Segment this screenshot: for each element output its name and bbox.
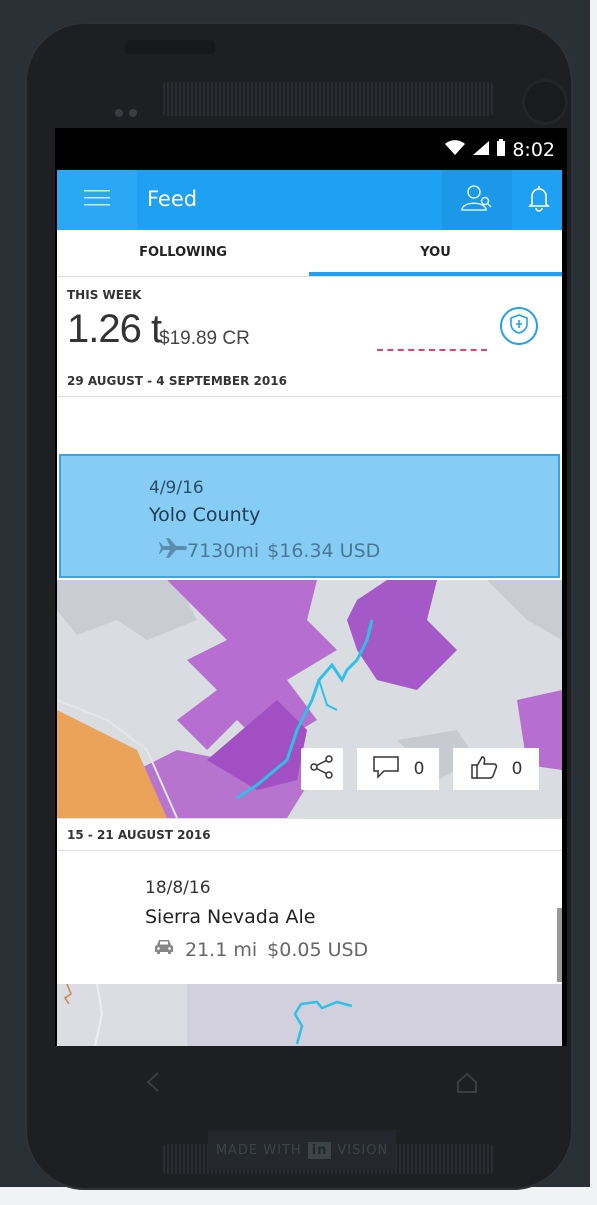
trip-name: Sierra Nevada Ale [145, 906, 316, 928]
trip-card-selected[interactable]: 4/9/16 Yolo County 7130mi $16.34 USD [59, 454, 560, 578]
weekly-credit: $19.89 CR [159, 328, 250, 349]
trip-cost: $0.05 USD [267, 938, 369, 961]
profile-button[interactable] [442, 170, 512, 230]
bell-icon [528, 184, 550, 216]
car-icon [153, 938, 175, 961]
offset-button[interactable] [500, 307, 538, 345]
trend-line [377, 349, 487, 351]
front-camera [525, 82, 565, 122]
trip-name: Yolo County [149, 504, 261, 526]
status-bar: 8:02 [55, 128, 567, 170]
trip-meta: 21.1 mi $0.05 USD [153, 938, 368, 961]
divider [57, 850, 562, 851]
made-with-invision-badge[interactable]: MADE WITH in VISION [208, 1130, 396, 1170]
weekly-summary: THIS WEEK 1.26 t $19.89 CR 29 AUGUST - 4… [57, 279, 562, 397]
weekly-tons: 1.26 t [67, 307, 162, 351]
trip-date: 4/9/16 [149, 478, 204, 498]
comment-icon [372, 755, 400, 784]
back-button[interactable] [145, 1070, 161, 1100]
menu-button[interactable] [57, 170, 137, 230]
feed-content: FOLLOWING YOU THIS WEEK 1.26 t $19.89 CR… [57, 230, 562, 1046]
shield-icon [510, 314, 528, 338]
back-icon [145, 1070, 161, 1100]
date-range: 29 AUGUST - 4 SEPTEMBER 2016 [67, 374, 287, 388]
like-button[interactable]: 0 [453, 748, 539, 790]
page-title: Feed [147, 187, 198, 211]
sensor-dots [115, 102, 143, 121]
comment-button[interactable]: 0 [357, 748, 439, 790]
share-button[interactable] [301, 748, 343, 790]
notifications-button[interactable] [516, 170, 562, 230]
app-bar: Feed [57, 170, 562, 230]
phone-screen: 8:02 Feed FOLLOWING YOU THIS WEEK 1.26 t… [55, 128, 567, 1046]
phone-top-button [125, 40, 215, 54]
map-image [57, 984, 562, 1046]
trip-distance: 21.1 mi [185, 938, 258, 961]
status-time: 8:02 [512, 139, 555, 161]
trip-map[interactable] [57, 984, 562, 1046]
this-week-label: THIS WEEK [67, 288, 142, 302]
comment-count: 0 [413, 759, 425, 779]
made-with-label: MADE WITH [215, 1142, 302, 1158]
tab-bar: FOLLOWING YOU [57, 230, 562, 278]
like-count: 0 [511, 759, 523, 779]
invision-logo-mark: in [307, 1141, 332, 1159]
hamburger-icon [84, 188, 110, 212]
trip-meta: 7130mi $16.34 USD [159, 538, 380, 563]
home-button[interactable] [456, 1072, 478, 1098]
battery-icon [496, 139, 506, 161]
divider [57, 276, 562, 277]
user-search-icon [460, 184, 494, 216]
trip-cost: $16.34 USD [267, 539, 381, 562]
tab-following[interactable]: FOLLOWING [57, 230, 309, 275]
invision-logo-text: VISION [337, 1142, 389, 1158]
trip-map[interactable]: 0 0 [57, 580, 562, 818]
speaker-grille [163, 82, 493, 116]
scrollbar[interactable] [557, 908, 562, 982]
signal-icon [472, 140, 490, 160]
thumbs-up-icon [470, 754, 498, 785]
airplane-icon [159, 538, 187, 563]
home-icon [456, 1072, 478, 1098]
date-range: 15 - 21 AUGUST 2016 [67, 828, 211, 842]
tab-you[interactable]: YOU [309, 230, 562, 275]
trip-date: 18/8/16 [145, 878, 211, 898]
wifi-icon [444, 140, 466, 160]
divider [57, 818, 562, 819]
share-icon [310, 755, 334, 783]
background-strip [590, 0, 597, 1205]
trip-distance: 7130mi [187, 539, 260, 562]
divider [57, 396, 562, 397]
